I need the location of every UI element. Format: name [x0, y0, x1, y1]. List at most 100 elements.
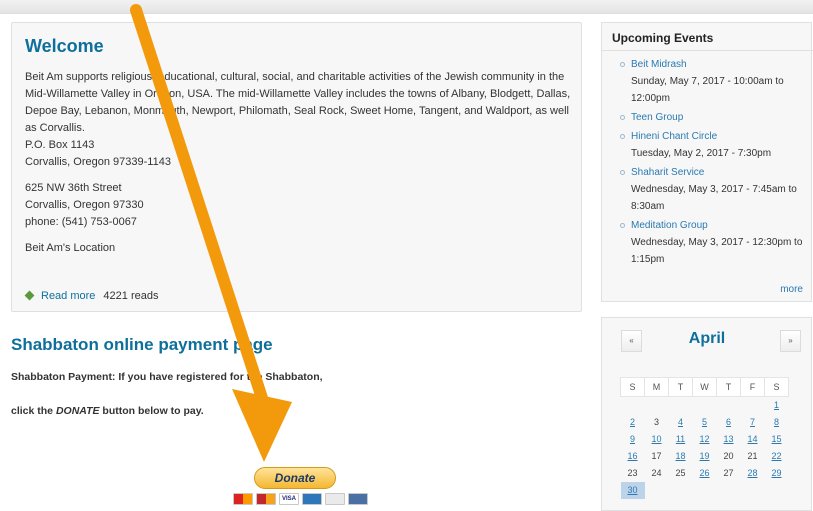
calendar-day: 20	[723, 451, 734, 461]
amex-icon	[302, 493, 322, 505]
po-city: Corvallis, Oregon 97339-1143	[25, 156, 171, 168]
calendar-day: 21	[747, 451, 758, 461]
calendar-day[interactable]: 26	[693, 465, 717, 482]
weekday-header: W	[692, 377, 717, 397]
calendar-day: 25	[675, 468, 686, 478]
street-city: Corvallis, Oregon 97330	[25, 199, 144, 211]
calendar-day[interactable]: 28	[741, 465, 765, 482]
weekday-header: T	[668, 377, 693, 397]
mastercard-icon	[233, 493, 253, 505]
donate-button[interactable]: Donate	[254, 467, 336, 489]
event-link[interactable]: Shaharit Service	[631, 164, 813, 181]
shabbaton-title[interactable]: Shabbaton online payment page	[11, 335, 273, 355]
calendar-day[interactable]: 22	[765, 448, 789, 465]
calendar-day: 3	[653, 417, 659, 427]
event-item: Hineni Chant Circle Tuesday, May 2, 2017 …	[602, 128, 813, 162]
event-item: Teen Group	[602, 109, 813, 126]
event-time: Sunday, May 7, 2017 - 10:00am to 12:00pm	[631, 76, 784, 104]
calendar-day[interactable]: 7	[741, 414, 765, 431]
welcome-body: Beit Am supports religious, educational,…	[25, 69, 575, 257]
read-more-row: Read more 4221 reads	[24, 290, 159, 302]
po-box: P.O. Box 1143	[25, 139, 95, 151]
calendar-day[interactable]: 14	[741, 431, 765, 448]
bullet-icon	[620, 170, 625, 175]
upcoming-events-block: Upcoming Events Beit Midrash Sunday, May …	[601, 22, 813, 302]
events-list: Beit Midrash Sunday, May 7, 2017 - 10:00a…	[602, 56, 813, 270]
calendar-empty	[693, 397, 717, 414]
event-link[interactable]: Hineni Chant Circle	[631, 128, 813, 145]
calendar-day[interactable]: 6	[717, 414, 741, 431]
weekday-header: F	[740, 377, 765, 397]
calendar-empty	[717, 397, 741, 414]
calendar-empty	[765, 482, 789, 499]
calendar-day[interactable]: 10	[645, 431, 669, 448]
bullet-icon	[620, 62, 625, 67]
calendar-empty	[669, 397, 693, 414]
calendar-empty	[717, 482, 741, 499]
event-link[interactable]: Teen Group	[631, 109, 813, 126]
bullet-icon	[24, 290, 35, 301]
street-address: 625 NW 36th Street	[25, 182, 122, 194]
bank-icon	[348, 493, 368, 505]
calendar-day[interactable]: 15	[765, 431, 789, 448]
calendar-day: 23	[627, 468, 638, 478]
location-link[interactable]: Beit Am's Location	[25, 240, 575, 257]
event-item: Beit Midrash Sunday, May 7, 2017 - 10:00a…	[602, 56, 813, 107]
events-title: Upcoming Events	[612, 31, 714, 45]
next-month-button[interactable]: »	[780, 330, 801, 352]
weekday-header: M	[644, 377, 669, 397]
calendar-day[interactable]: 11	[669, 431, 693, 448]
calendar-day[interactable]: 12	[693, 431, 717, 448]
weekday-header: S	[620, 377, 645, 397]
calendar-day[interactable]: 8	[765, 414, 789, 431]
calendar-empty	[669, 482, 693, 499]
calendar-month: April	[688, 330, 726, 347]
event-item: Shaharit Service Wednesday, May 3, 2017 -…	[602, 164, 813, 215]
phone-number: phone: (541) 753-0067	[25, 216, 137, 228]
calendar-day[interactable]: 9	[621, 431, 645, 448]
discover-icon	[325, 493, 345, 505]
read-more-link[interactable]: Read more	[41, 290, 95, 302]
calendar-day[interactable]: 2	[621, 414, 645, 431]
shabbaton-instructions: Shabbaton Payment: If you have registere…	[11, 371, 323, 383]
event-time: Wednesday, May 3, 2017 - 12:30pm to 1:15…	[631, 237, 803, 265]
calendar-empty	[645, 482, 669, 499]
calendar-empty	[621, 397, 645, 414]
welcome-title[interactable]: Welcome	[25, 36, 104, 57]
calendar-day[interactable]: 18	[669, 448, 693, 465]
bullet-icon	[620, 115, 625, 120]
payment-cards: VISA	[233, 493, 368, 505]
calendar-day[interactable]: 5	[693, 414, 717, 431]
calendar-day[interactable]: 29	[765, 465, 789, 482]
bullet-icon	[620, 223, 625, 228]
calendar-day[interactable]: 19	[693, 448, 717, 465]
calendar-day: 24	[651, 468, 662, 478]
event-time: Wednesday, May 3, 2017 - 7:45am to 8:30a…	[631, 184, 797, 212]
calendar-empty	[741, 482, 765, 499]
calendar-day: 17	[651, 451, 662, 461]
calendar-empty	[645, 397, 669, 414]
maestro-icon	[256, 493, 276, 505]
read-count: 4221 reads	[103, 290, 159, 302]
calendar-block: « April » SMTWTFS 1 2 3 4 5 6 7 8 9 10 11 12 13 14 15 1…	[601, 317, 812, 511]
calendar-day: 27	[723, 468, 734, 478]
calendar-grid: SMTWTFS 1 2 3 4 5 6 7 8 9 10 11 12 13 14 15 16 17 18 19 20 2…	[620, 377, 789, 499]
shabbaton-instructions-2: click the DONATE button below to pay.	[11, 405, 204, 417]
calendar-day[interactable]: 30	[620, 481, 645, 499]
event-link[interactable]: Meditation Group	[631, 217, 813, 234]
calendar-day[interactable]: 13	[717, 431, 741, 448]
prev-month-button[interactable]: «	[621, 330, 642, 352]
calendar-empty	[693, 482, 717, 499]
calendar-day[interactable]: 4	[669, 414, 693, 431]
calendar-empty	[741, 397, 765, 414]
welcome-block: Welcome Beit Am supports religious, educ…	[11, 22, 582, 312]
top-bar	[0, 0, 813, 14]
events-more-link[interactable]: more	[780, 284, 803, 295]
weekday-header: T	[716, 377, 741, 397]
calendar-day[interactable]: 1	[765, 397, 789, 414]
bullet-icon	[620, 134, 625, 139]
event-link[interactable]: Beit Midrash	[631, 56, 813, 73]
weekday-header: S	[764, 377, 789, 397]
calendar-day[interactable]: 16	[621, 448, 645, 465]
visa-icon: VISA	[279, 493, 299, 505]
